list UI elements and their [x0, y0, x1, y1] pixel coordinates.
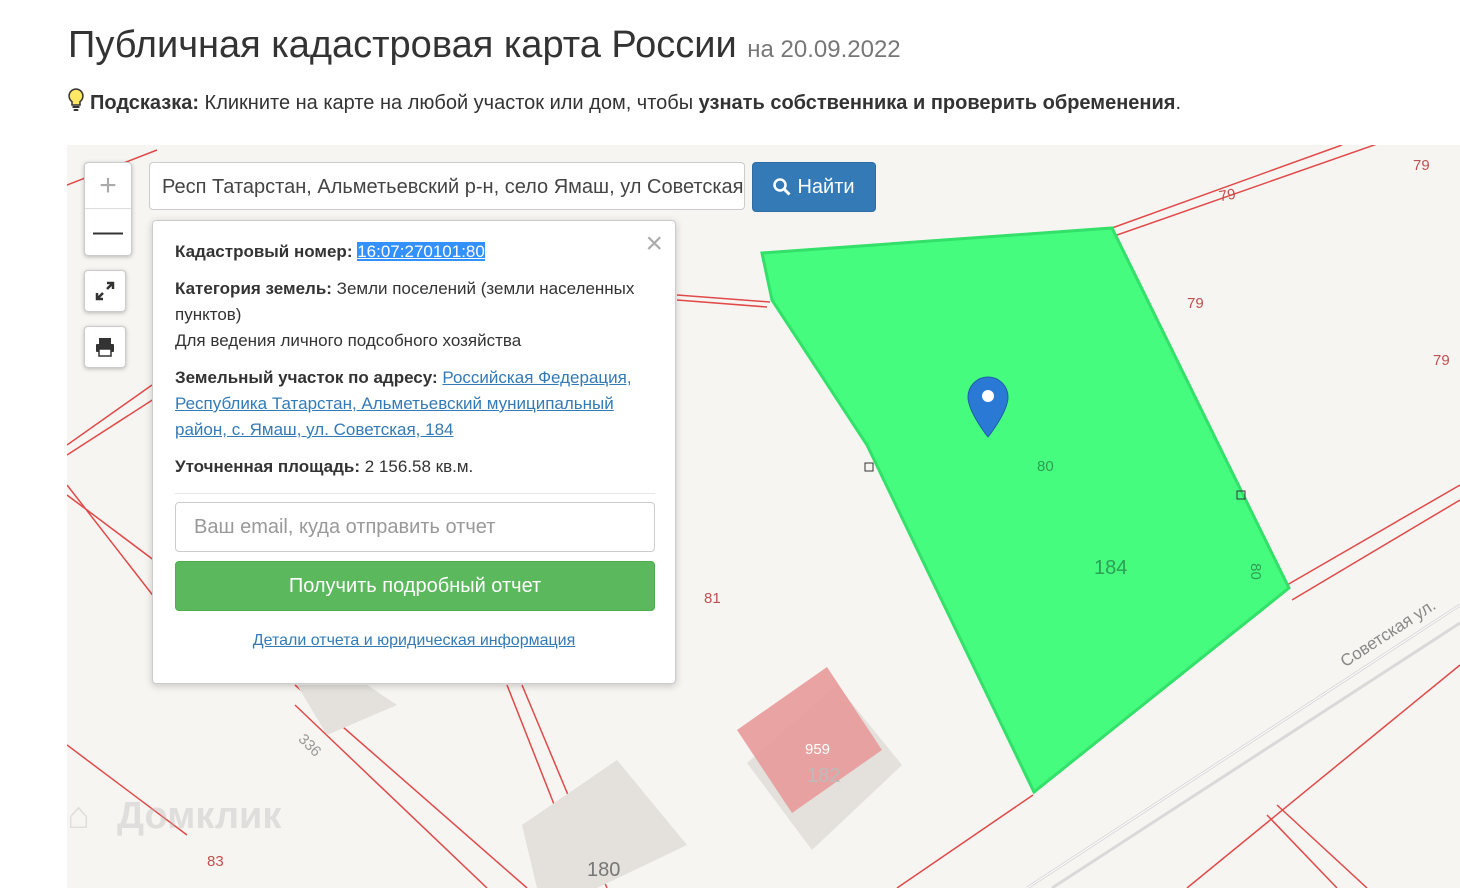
map-label-79: 79 [1413, 157, 1430, 174]
map-label-959: 959 [805, 741, 831, 758]
map-label-80: 80 [1246, 563, 1264, 580]
cadastral-label: Кадастровый номер: [175, 242, 353, 261]
report-details-link: Детали отчета и юридическая информация [153, 632, 675, 650]
category-label: Категория земель: [175, 279, 332, 298]
parcel-vertex [864, 462, 874, 472]
close-icon[interactable]: × [645, 227, 663, 261]
map-label-81: 81 [704, 590, 721, 607]
area-row: Уточненная площадь: 2 156.58 кв.м. [175, 454, 645, 480]
watermark-text: Домклик [117, 795, 282, 837]
map-label-79: 79 [1187, 295, 1204, 312]
address-row: Земельный участок по адресу: Российская … [175, 365, 645, 443]
map-label-83: 83 [207, 853, 224, 870]
hint: Подсказка: Кликните на карте на любой уч… [68, 88, 1181, 118]
expand-icon [95, 281, 115, 301]
parcel-info-popup: × Кадастровый номер: 16:07:270101:80 Кат… [152, 220, 676, 684]
get-report-button[interactable]: Получить подробный отчет [175, 561, 655, 611]
cadastral-map[interactable]: 79 79 79 79 81 83 336 180 182 959 80 80 … [67, 145, 1460, 888]
details-link[interactable]: Детали отчета и юридическая информация [253, 632, 576, 649]
hint-bold: узнать собственника и проверить обремене… [698, 92, 1176, 114]
map-label-182: 182 [807, 765, 841, 787]
house-icon: ⌂ [67, 795, 90, 837]
map-label-79: 79 [1217, 185, 1238, 206]
page-title: Публичная кадастровая карта России на 20… [68, 24, 901, 67]
page-title-date: на 20.09.2022 [747, 36, 901, 63]
building-left [297, 685, 397, 735]
search-button[interactable]: Найти [752, 162, 876, 212]
area-label: Уточненная площадь: [175, 457, 360, 476]
divider [175, 493, 655, 494]
map-label-180: 180 [587, 859, 621, 881]
print-icon [96, 338, 114, 357]
map-label-80: 80 [1037, 458, 1054, 475]
print-button[interactable] [84, 326, 126, 368]
page-title-text: Публичная кадастровая карта России [68, 24, 737, 66]
land-category-row: Категория земель: Земли поселений (земли… [175, 276, 645, 328]
zoom-out-button[interactable]: — [85, 209, 131, 254]
email-field[interactable]: Ваш email, куда отправить отчет [175, 502, 655, 552]
hint-text: Кликните на карте на любой участок или д… [199, 92, 699, 114]
fullscreen-button[interactable] [84, 270, 126, 312]
lightbulb-icon [68, 88, 84, 118]
watermark: ⌂ Домклик [67, 795, 281, 838]
cadastral-number[interactable]: 16:07:270101:80 [357, 242, 485, 261]
map-label-79: 79 [1433, 352, 1450, 369]
hint-label: Подсказка: [90, 92, 199, 114]
search-icon [773, 178, 792, 196]
map-label-184: 184 [1094, 557, 1128, 579]
land-usage: Для ведения личного подсобного хозяйства [175, 331, 522, 350]
area-value: 2 156.58 кв.м. [364, 457, 474, 476]
zoom-control: + — [84, 162, 132, 256]
zoom-in-button[interactable]: + [85, 163, 131, 209]
search-input[interactable]: Респ Татарстан, Альметьевский р-н, село … [149, 162, 745, 210]
hint-end: . [1175, 92, 1182, 114]
search-button-label: Найти [797, 175, 855, 198]
cadastral-number-row: Кадастровый номер: 16:07:270101:80 [175, 239, 645, 265]
address-label: Земельный участок по адресу: [175, 368, 438, 387]
